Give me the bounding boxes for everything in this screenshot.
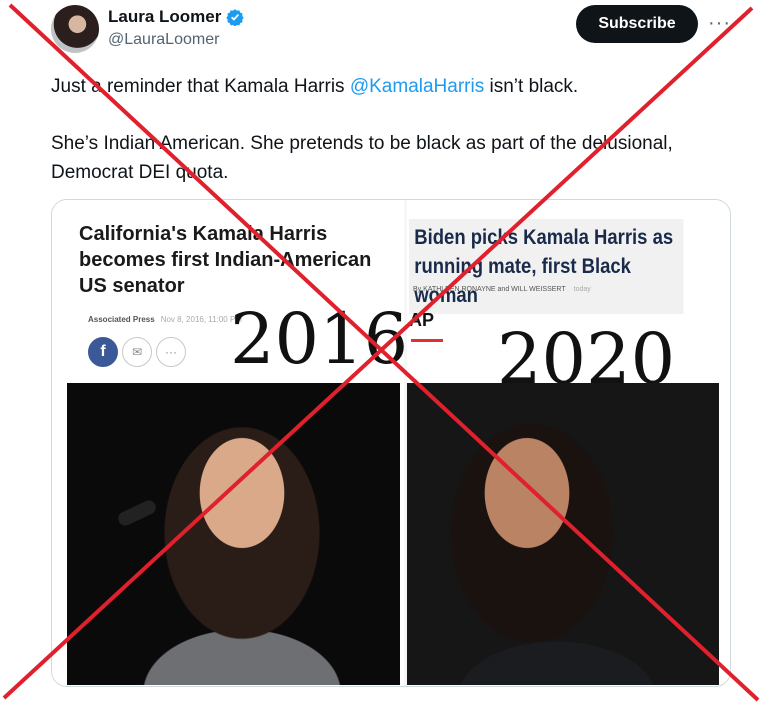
right-byline-date: today: [573, 286, 591, 293]
subscribe-button[interactable]: Subscribe: [576, 5, 698, 43]
more-options-icon[interactable]: ···: [708, 12, 731, 35]
facebook-icon: f: [88, 337, 118, 367]
year-2016-label: 2016: [230, 298, 409, 380]
left-headline: California's Kamala Harris becomes first…: [79, 223, 372, 297]
media-card[interactable]: California's Kamala Harris becomes first…: [51, 199, 731, 687]
right-byline-authors: By KATHLEEN RONAYNE and WILL WEISSERT: [413, 286, 566, 293]
right-headline: Biden picks Kamala Harris as running mat…: [409, 219, 684, 314]
left-byline-source: Associated Press: [88, 315, 155, 324]
microphone-shape: [115, 498, 159, 528]
author-display-name[interactable]: Laura Loomer: [108, 7, 221, 27]
tweet-text-segment: Just a reminder that Kamala Harris: [51, 76, 350, 97]
right-byline: By KATHLEEN RONAYNE and WILL WEISSERT tod…: [413, 286, 591, 293]
email-icon: ✉: [122, 337, 152, 367]
share-icons: f ✉ ···: [88, 337, 186, 367]
tweet-paragraph-2: She’s Indian American. She pretends to b…: [51, 133, 673, 183]
more-share-icon: ···: [156, 337, 186, 367]
tweet-line-1: Just a reminder that Kamala Harris @Kama…: [51, 72, 741, 101]
left-byline: Associated Press Nov 8, 2016, 11:00 PM: [88, 315, 242, 324]
author-handle[interactable]: @LauraLoomer: [108, 31, 219, 49]
avatar[interactable]: [51, 5, 99, 53]
author-name-row[interactable]: Laura Loomer: [108, 7, 245, 27]
tweet-text-segment: isn’t black.: [484, 76, 579, 97]
harris-photo-2020: [407, 383, 719, 685]
ap-logo: AP: [409, 310, 435, 330]
harris-photo-2016: [67, 383, 400, 685]
mention-link[interactable]: @KamalaHarris: [350, 76, 484, 97]
verified-badge-icon: [226, 9, 245, 26]
ap-logo-bar: [411, 339, 443, 342]
tweet-text: Just a reminder that Kamala Harris @Kama…: [51, 72, 741, 187]
